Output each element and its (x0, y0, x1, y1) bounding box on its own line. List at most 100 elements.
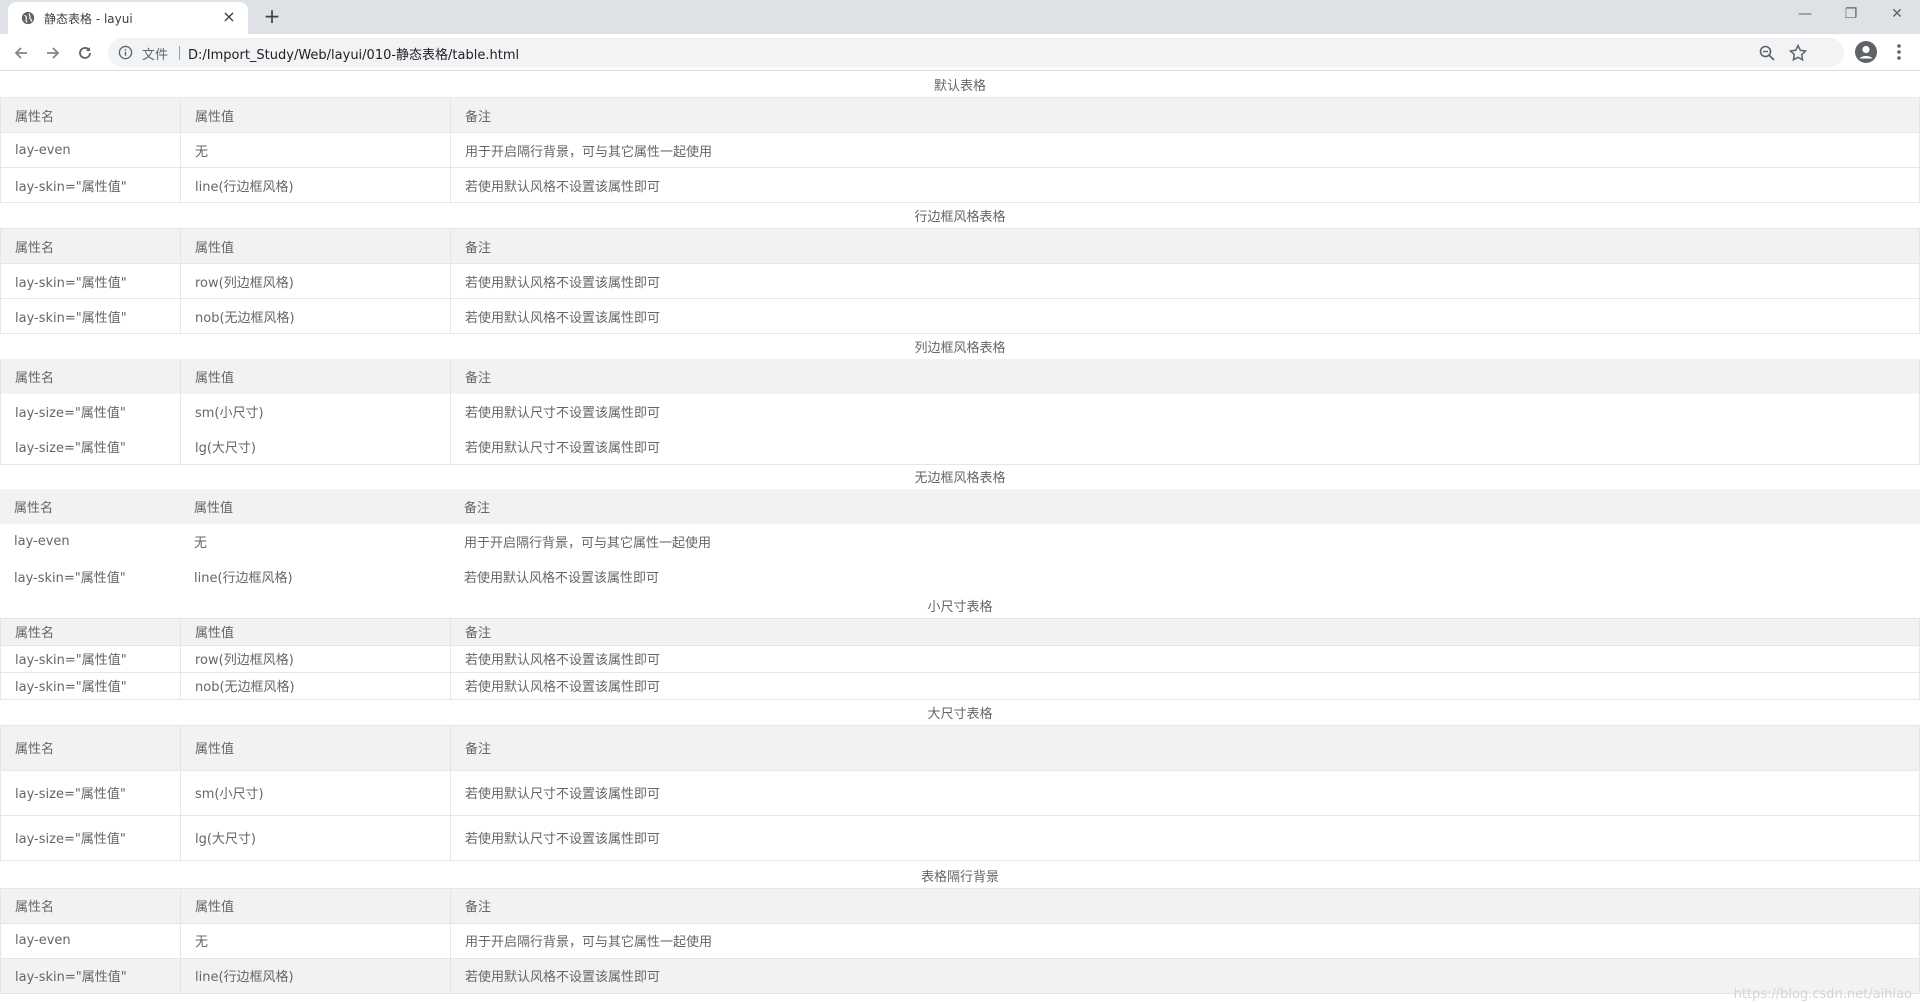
table-cell: line(行边框风格) (194, 570, 293, 586)
tab-strip: 静态表格 - layui × + — ❐ ✕ (0, 0, 1920, 34)
table-cell: lg(大尺寸) (180, 814, 451, 860)
table-col-border: 属性名 属性值 备注 lay-size="属性值" sm(小尺寸) 若使用默认尺… (0, 359, 1920, 465)
header-cell: 备注 (450, 488, 1920, 524)
header-cell: 属性值 (180, 887, 451, 923)
table-row-border: 属性名 属性值 备注 lay-skin="属性值" row(列边框风格) 若使用… (0, 228, 1920, 334)
table-header-row: 属性名 属性值 备注 (0, 359, 1920, 394)
table-cell: sm(小尺寸) (180, 769, 451, 815)
header-cell: 属性值 (180, 617, 451, 645)
url-text[interactable]: D:/Import_Study/Web/layui/010-静态表格/table… (188, 44, 519, 63)
table-row: lay-skin="属性值" nob(无边框风格) 若使用默认风格不设置该属性即… (0, 298, 1920, 334)
table-cell: lay-skin="属性值" (0, 298, 181, 334)
browser-toolbar: 文件 D:/Import_Study/Web/layui/010-静态表格/ta… (0, 34, 1920, 71)
table-cell: lay-even (0, 132, 181, 168)
tab-title: 静态表格 - layui (44, 12, 133, 26)
table-cell: line(行边框风格) (180, 957, 451, 993)
table-header-row: 属性名 属性值 备注 (0, 887, 1920, 923)
table-cell: 若使用默认风格不设置该属性即可 (450, 298, 1920, 334)
header-cell: 备注 (450, 359, 1920, 394)
globe-icon (21, 11, 35, 25)
profile-avatar-icon[interactable] (1855, 41, 1877, 63)
table-cell: 若使用默认尺寸不设置该属性即可 (450, 394, 1920, 429)
table-caption-sm: 小尺寸表格 (927, 599, 993, 615)
table-row: lay-size="属性值" lg(大尺寸) 若使用默认尺寸不设置该属性即可 (0, 429, 1920, 464)
header-cell: 备注 (450, 724, 1920, 770)
table-cell: 无 (194, 535, 208, 551)
new-tab-button[interactable]: + (260, 5, 284, 29)
zoom-icon[interactable] (1758, 44, 1776, 62)
table-cell: 若使用默认风格不设置该属性即可 (450, 957, 1920, 993)
forward-button[interactable] (41, 41, 65, 65)
table-cell: lay-size="属性值" (0, 814, 181, 860)
header-cell: 属性值 (180, 359, 451, 394)
table-header-row: 属性名 属性值 备注 (0, 228, 1920, 264)
table-header-row: 属性名 属性值 备注 (0, 488, 1920, 524)
table-cell: lay-skin="属性值" (0, 671, 181, 699)
arrow-left-icon (14, 47, 27, 59)
reload-button[interactable] (73, 41, 97, 65)
table-cell: line(行边框风格) (180, 167, 451, 203)
header-cell: 属性值 (180, 724, 451, 770)
tab-close-icon[interactable]: × (220, 8, 238, 26)
table-header-row: 属性名 属性值 备注 (0, 724, 1920, 770)
table-cell: lay-size="属性值" (0, 429, 181, 464)
table-row: lay-skin="属性值" line(行边框风格) 若使用默认风格不设置该属性… (0, 167, 1920, 203)
table-row: lay-skin="属性值" line(行边框风格) 若使用默认风格不设置该属性… (0, 559, 1920, 594)
header-cell: 属性名 (0, 228, 181, 264)
table-caption-nob: 无边框风格表格 (914, 470, 1006, 486)
minimize-button[interactable]: — (1782, 0, 1828, 30)
arrow-right-icon (47, 47, 60, 59)
watermark: https://blog.csdn.net/aihiao (1733, 987, 1912, 1002)
header-cell: 属性名 (0, 617, 181, 645)
table-cell: lay-skin="属性值" (0, 167, 181, 203)
header-cell: 属性名 (0, 97, 181, 133)
table-row: lay-skin="属性值" line(行边框风格) 若使用默认风格不设置该属性… (0, 957, 1920, 993)
header-cell: 属性值 (180, 97, 451, 133)
table-default: 属性名 属性值 备注 lay-even 无 用于开启隔行背景，可与其它属性一起使… (0, 97, 1920, 203)
table-cell: 无 (180, 132, 451, 168)
table-cell: sm(小尺寸) (180, 394, 451, 429)
table-row: lay-even 无 用于开启隔行背景，可与其它属性一起使用 (0, 524, 1920, 559)
table-caption-col: 列边框风格表格 (914, 341, 1006, 356)
table-caption-row: 行边框风格表格 (914, 210, 1006, 225)
page-content: 默认表格 属性名 属性值 备注 lay-even 无 用于开启隔行背景，可与其它… (0, 72, 1920, 1003)
table-row: lay-skin="属性值" row(列边框风格) 若使用默认风格不设置该属性即… (0, 644, 1920, 672)
header-cell: 备注 (450, 617, 1920, 645)
table-cell: nob(无边框风格) (180, 671, 451, 699)
maximize-button[interactable]: ❐ (1828, 0, 1874, 30)
table-row: lay-size="属性值" sm(小尺寸) 若使用默认尺寸不设置该属性即可 (0, 769, 1920, 815)
header-cell: 属性值 (180, 488, 450, 524)
table-cell: 用于开启隔行背景，可与其它属性一起使用 (450, 132, 1920, 168)
table-cell: 若使用默认风格不设置该属性即可 (450, 167, 1920, 203)
header-cell: 属性名 (0, 359, 181, 394)
table-cell: 无 (180, 922, 451, 958)
back-button[interactable] (9, 41, 33, 65)
table-cell: lay-skin="属性值" (0, 644, 181, 672)
table-cell: lay-even (14, 533, 70, 549)
table-cell: 若使用默认风格不设置该属性即可 (464, 570, 660, 586)
table-cell: lay-skin="属性值" (14, 570, 126, 586)
header-cell: 属性名 (0, 724, 181, 770)
table-large: 属性名 属性值 备注 lay-size="属性值" sm(小尺寸) 若使用默认尺… (0, 724, 1920, 861)
table-small: 属性名 属性值 备注 lay-skin="属性值" row(列边框风格) 若使用… (0, 617, 1920, 700)
table-row: lay-skin="属性值" row(列边框风格) 若使用默认风格不设置该属性即… (0, 263, 1920, 299)
bookmark-star-icon[interactable] (1788, 43, 1808, 63)
table-cell: 用于开启隔行背景，可与其它属性一起使用 (464, 535, 712, 551)
header-cell: 备注 (450, 97, 1920, 133)
table-cell: 用于开启隔行背景，可与其它属性一起使用 (450, 922, 1920, 958)
info-icon[interactable] (118, 45, 133, 60)
kebab-menu-icon[interactable] (1890, 42, 1908, 62)
table-caption-lg: 大尺寸表格 (927, 706, 993, 722)
browser-tab[interactable]: 静态表格 - layui × (8, 2, 248, 34)
table-cell: lay-even (0, 922, 181, 958)
table-cell: lay-skin="属性值" (0, 957, 181, 993)
close-window-button[interactable]: ✕ (1874, 0, 1920, 30)
table-cell: lay-size="属性值" (0, 769, 181, 815)
header-cell: 备注 (450, 228, 1920, 264)
scheme-label: 文件 (142, 48, 169, 63)
table-row: lay-even 无 用于开启隔行背景，可与其它属性一起使用 (0, 132, 1920, 168)
table-cell: 若使用默认风格不设置该属性即可 (450, 263, 1920, 299)
address-bar[interactable]: 文件 D:/Import_Study/Web/layui/010-静态表格/ta… (108, 38, 1844, 67)
table-no-border: 属性名 属性值 备注 lay-even 无 用于开启隔行背景，可与其它属性一起使… (0, 488, 1920, 594)
reload-icon (79, 47, 91, 59)
